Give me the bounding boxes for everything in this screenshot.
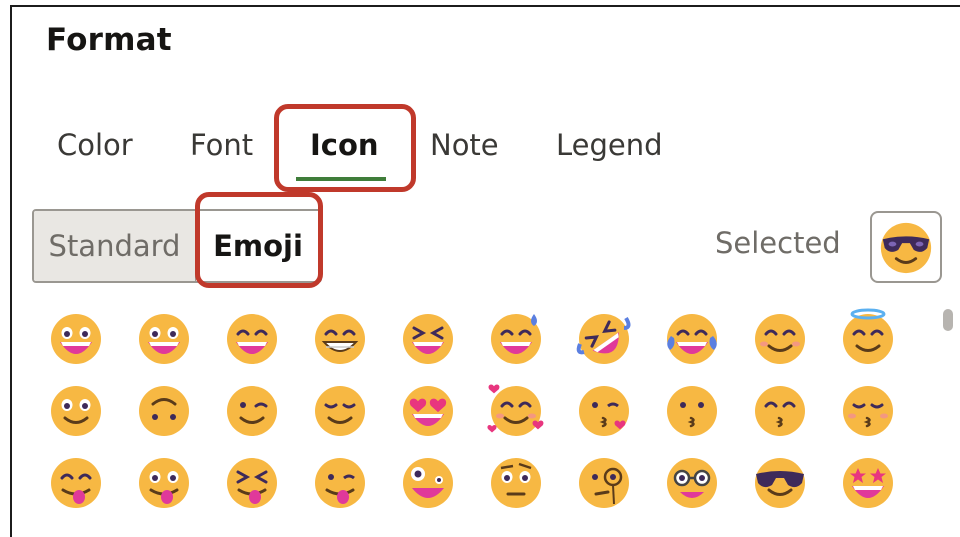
kissing-face-smiling-eyes-icon (755, 386, 805, 436)
emoji-option-face-with-monocle[interactable] (574, 452, 634, 512)
emoji-option-kissing-face-smiling-eyes[interactable] (750, 380, 810, 440)
emoji-option-winking-face-tongue[interactable] (310, 452, 370, 512)
face-raised-eyebrow-icon (491, 458, 541, 508)
emoji-option-smiling-face-with-hearts[interactable] (486, 380, 546, 440)
grinning-face-icon (51, 314, 101, 364)
selected-label: Selected (715, 226, 841, 260)
face-tears-of-joy-icon (667, 314, 717, 364)
format-tabs: Color Font Icon Note Legend (0, 118, 960, 188)
emoji-option-face-with-tongue[interactable] (134, 452, 194, 512)
slightly-smiling-face-icon (51, 386, 101, 436)
emoji-option-relieved-face[interactable] (310, 380, 370, 440)
emoji-option-nerd-face[interactable] (662, 452, 722, 512)
emoji-option-squinting-face-tongue[interactable] (222, 452, 282, 512)
smiling-face-sunglasses-icon (755, 458, 805, 508)
face-blowing-kiss-icon (579, 386, 629, 436)
beaming-face-icon (315, 314, 365, 364)
winking-face-icon (227, 386, 277, 436)
emoji-option-kissing-face[interactable] (662, 380, 722, 440)
emoji-option-grinning-face-big-eyes[interactable] (134, 308, 194, 368)
smiling-face-with-hearts-icon (487, 384, 544, 436)
annotation-highlight-emoji-button (195, 192, 323, 288)
emoji-option-grinning-face-smiling-eyes[interactable] (222, 308, 282, 368)
nerd-face-icon (667, 458, 717, 508)
grinning-squinting-face-icon (403, 314, 453, 364)
emoji-option-smiling-face-sunglasses[interactable] (750, 452, 810, 512)
squinting-face-tongue-icon (227, 458, 277, 508)
emoji-option-face-savoring-food[interactable] (46, 452, 106, 512)
tab-font[interactable]: Font (190, 128, 253, 162)
emoji-option-slightly-smiling-face[interactable] (46, 380, 106, 440)
emoji-option-face-raised-eyebrow[interactable] (486, 452, 546, 512)
emoji-option-kissing-face-closed-eyes[interactable] (838, 380, 898, 440)
upside-down-face-icon (139, 386, 189, 436)
smiling-face-sunglasses-icon (880, 222, 932, 274)
panel-border-left (10, 5, 12, 537)
emoji-option-grinning-face-sweat[interactable] (486, 308, 546, 368)
emoji-option-grinning-face[interactable] (46, 308, 106, 368)
relieved-face-icon (315, 386, 365, 436)
emoji-option-face-tears-of-joy[interactable] (662, 308, 722, 368)
annotation-highlight-icon-tab (274, 104, 416, 192)
standard-button[interactable]: Standard (34, 211, 196, 281)
emoji-option-smiling-face-smiling-eyes[interactable] (750, 308, 810, 368)
format-panel: Format Color Font Icon Note Legend Stand… (0, 0, 960, 537)
emoji-option-star-struck[interactable] (838, 452, 898, 512)
emoji-option-grinning-squinting-face[interactable] (398, 308, 458, 368)
scrollbar-thumb[interactable] (943, 309, 953, 331)
panel-border-top (10, 5, 960, 7)
emoji-option-upside-down-face[interactable] (134, 380, 194, 440)
smiling-face-smiling-eyes-icon (755, 314, 805, 364)
emoji-option-winking-face[interactable] (222, 380, 282, 440)
tab-note[interactable]: Note (430, 128, 499, 162)
face-savoring-food-icon (51, 458, 101, 508)
winking-face-tongue-icon (315, 458, 365, 508)
rolling-on-floor-laughing-icon (576, 314, 631, 364)
face-with-monocle-icon (579, 458, 629, 508)
grinning-face-smiling-eyes-icon (227, 314, 277, 364)
emoji-option-face-blowing-kiss[interactable] (574, 380, 634, 440)
kissing-face-closed-eyes-icon (843, 386, 893, 436)
smiling-face-halo-icon (843, 308, 893, 364)
selected-emoji-preview[interactable] (870, 211, 942, 283)
emoji-grid (46, 300, 926, 537)
emoji-option-smiling-face-halo[interactable] (838, 308, 898, 368)
face-with-tongue-icon (139, 458, 189, 508)
tab-color[interactable]: Color (57, 128, 133, 162)
emoji-option-rolling-on-floor-laughing[interactable] (574, 308, 634, 368)
emoji-option-smiling-face-heart-eyes[interactable] (398, 380, 458, 440)
grinning-face-sweat-icon (491, 314, 541, 364)
kissing-face-icon (667, 386, 717, 436)
smiling-face-heart-eyes-icon (403, 386, 453, 436)
emoji-option-beaming-face[interactable] (310, 308, 370, 368)
zany-face-icon (403, 458, 453, 508)
emoji-option-zany-face[interactable] (398, 452, 458, 512)
star-struck-icon (843, 458, 893, 508)
grinning-face-big-eyes-icon (139, 314, 189, 364)
panel-title: Format (46, 22, 172, 58)
tab-legend[interactable]: Legend (556, 128, 663, 162)
